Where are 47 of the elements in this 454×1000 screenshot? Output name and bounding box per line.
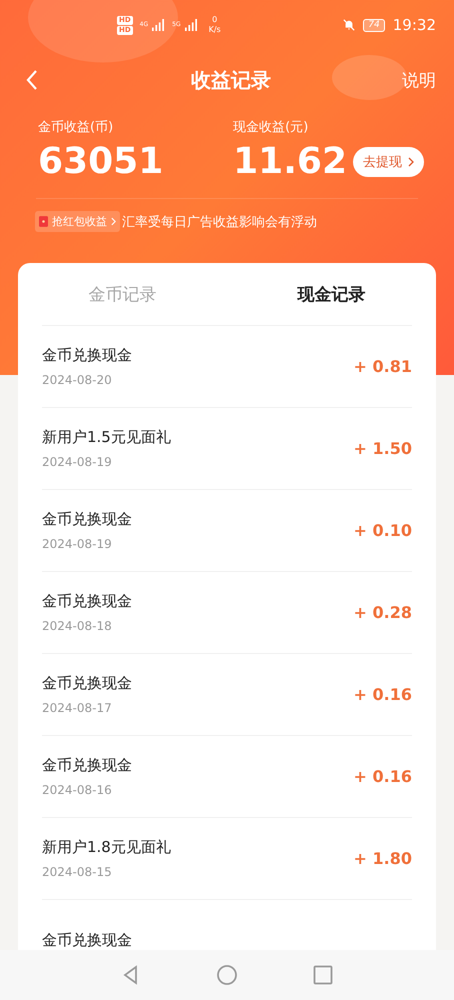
record-date: 2024-08-19 — [42, 537, 113, 551]
record-title: 新用户1.8元见面礼 — [42, 838, 171, 857]
signal-icon — [184, 19, 198, 31]
record-date: 2024-08-19 — [42, 455, 113, 469]
record-amount: + 0.16 — [354, 767, 412, 786]
clock-time: 19:32 — [392, 16, 436, 34]
earnings-tag[interactable]: 抢红包收益 — [35, 211, 120, 232]
speed-unit: K/s — [208, 25, 221, 35]
record-tab[interactable]: 现金记录 — [227, 263, 436, 325]
record-title: 金币兑换现金 — [42, 931, 132, 950]
stat-value: 11.62 — [233, 140, 347, 184]
muted-bell-icon — [343, 19, 356, 31]
record-date: 2024-08-16 — [42, 783, 113, 797]
signal-icon — [151, 19, 166, 31]
back-icon[interactable] — [26, 69, 38, 91]
stat-label: 金币收益(币) — [38, 119, 114, 136]
record-title: 金币兑换现金 — [42, 592, 132, 611]
stat-label: 现金收益(元) — [233, 119, 310, 136]
record-title: 新用户1.5元见面礼 — [42, 428, 171, 447]
record-date: 2024-08-15 — [42, 865, 113, 879]
recents-nav-icon[interactable] — [313, 965, 333, 985]
record-amount: + 1.80 — [354, 849, 412, 868]
speed-value: 0 — [212, 15, 218, 25]
battery-level: 74 — [363, 18, 385, 32]
withdraw-button[interactable]: 去提现 — [353, 147, 424, 177]
record-title: 金币兑换现金 — [42, 510, 132, 529]
record-amount: + 0.10 — [354, 521, 412, 540]
record-amount: + 0.28 — [354, 603, 412, 622]
notice-text: 汇率受每日广告收益影响会有浮动 — [122, 214, 317, 230]
help-link[interactable]: 说明 — [402, 68, 436, 92]
stat-value: 63051 — [38, 140, 164, 184]
record-title: 金币兑换现金 — [42, 346, 132, 365]
chevron-icon — [111, 217, 116, 226]
record-amount: + 0.81 — [354, 357, 412, 376]
record-date: 2024-08-17 — [42, 701, 113, 715]
record-amount: + 0.16 — [354, 685, 412, 704]
record-date: 2024-08-20 — [42, 373, 113, 387]
envelope-icon — [39, 216, 48, 227]
page-title: 收益记录 — [191, 66, 271, 94]
record-title: 金币兑换现金 — [42, 756, 132, 775]
record-date: 2024-08-18 — [42, 619, 113, 633]
record-title: 金币兑换现金 — [42, 674, 132, 693]
record-tab[interactable]: 金币记录 — [18, 263, 227, 325]
tag-label: 抢红包收益 — [52, 214, 107, 229]
home-nav-icon[interactable] — [217, 965, 237, 985]
chevron-icon — [408, 157, 414, 167]
record-amount: + 1.50 — [354, 439, 412, 458]
